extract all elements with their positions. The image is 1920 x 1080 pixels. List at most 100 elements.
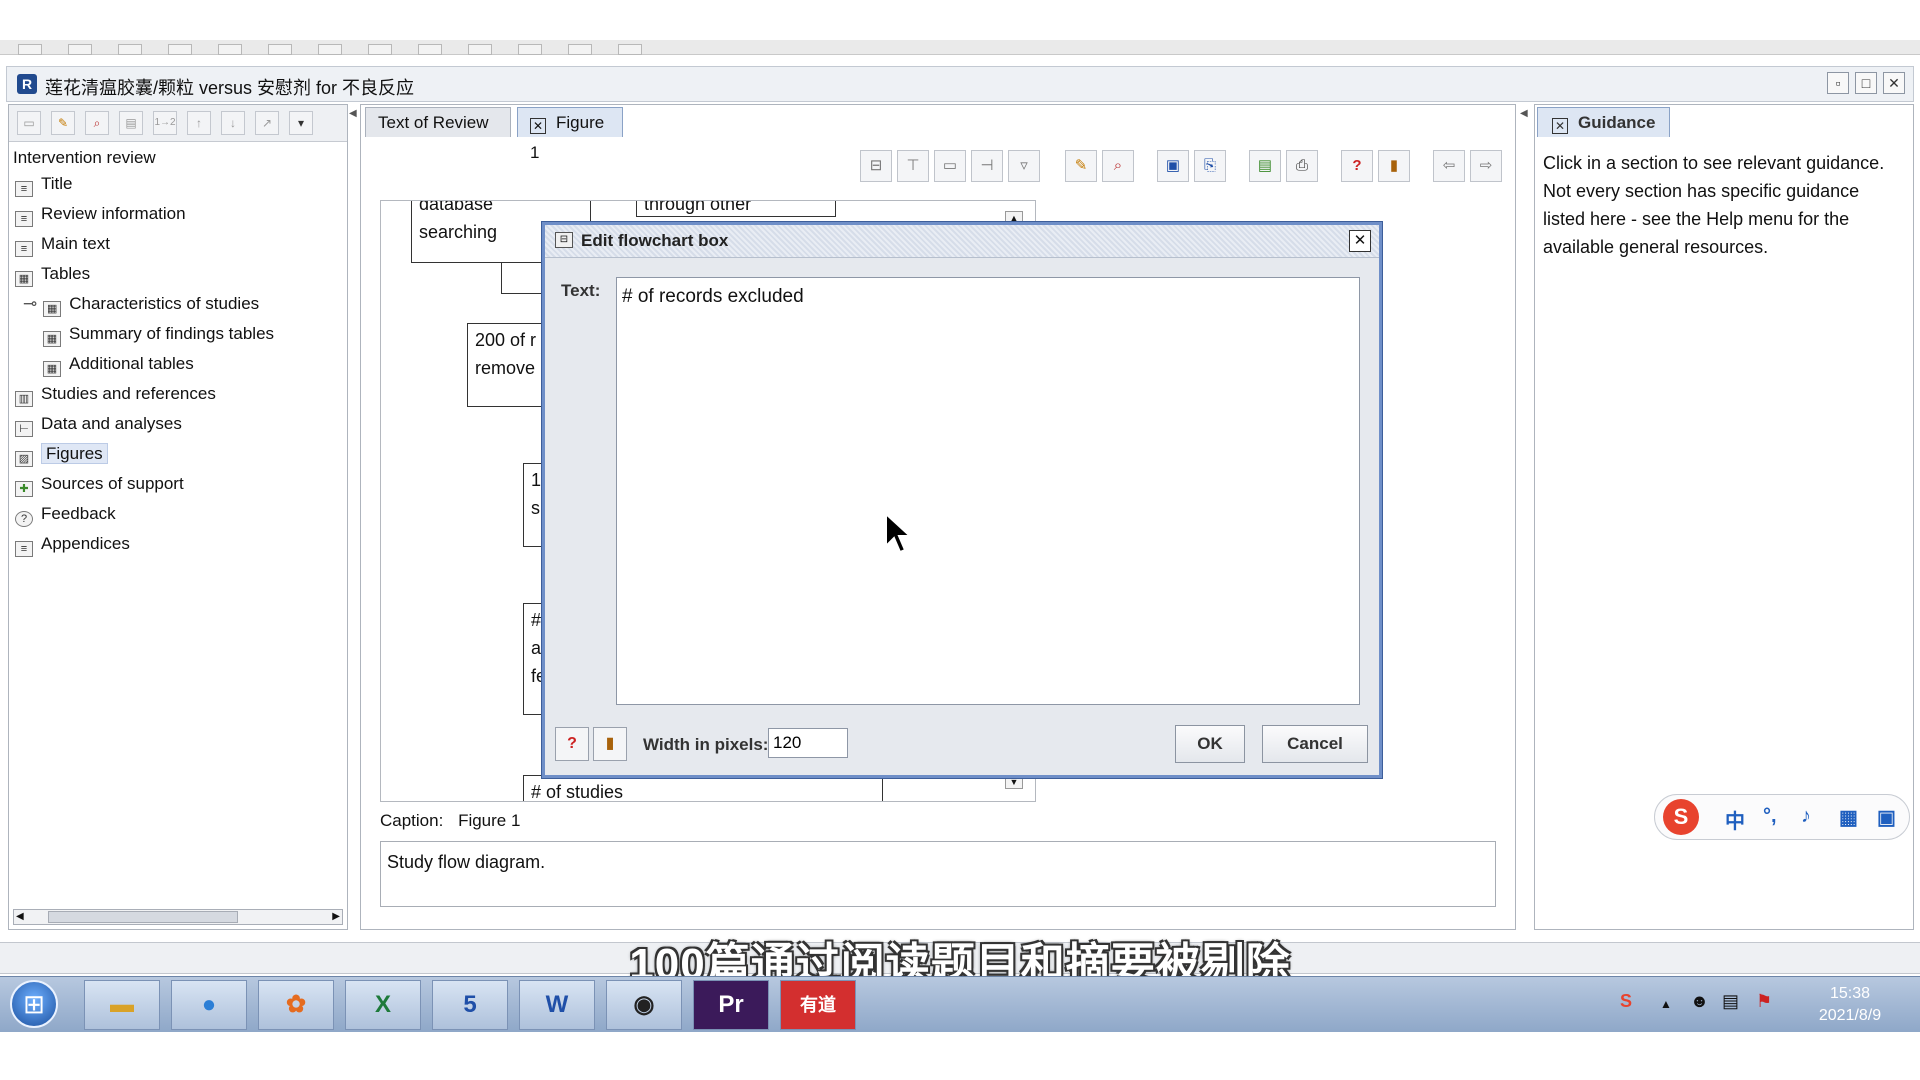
dialog-close-icon[interactable]: ✕ bbox=[1349, 230, 1371, 252]
tray-qq-icon[interactable]: ☻ bbox=[1690, 991, 1709, 1012]
clock-time: 15:38 bbox=[1829, 985, 1871, 1002]
close-tab-icon[interactable]: ✕ bbox=[1552, 118, 1568, 134]
tree-item-studies-and-references[interactable]: ▥ Studies and references bbox=[15, 381, 216, 407]
dialog-title-bar[interactable]: ⊟ Edit flowchart box ✕ bbox=[545, 225, 1379, 258]
start-button[interactable]: ⊞ bbox=[10, 980, 58, 1028]
add-callout-icon[interactable]: ▿ bbox=[1008, 150, 1040, 182]
app-5-icon[interactable]: 5 bbox=[432, 980, 508, 1030]
find-icon[interactable]: ⌕ bbox=[85, 111, 109, 135]
caption-text-field[interactable]: Study flow diagram. bbox=[380, 841, 1496, 907]
copy-icon[interactable]: ⎘ bbox=[1194, 150, 1226, 182]
ime-punctuation-toggle[interactable]: °, bbox=[1763, 805, 1777, 828]
tree-item-additional-tables[interactable]: ▦ Additional tables bbox=[43, 351, 194, 377]
outline-toolbar: ▭ ✎ ⌕ ▤ 1→2 ↑ ↓ ↗ ▾ bbox=[9, 105, 347, 142]
add-above-icon[interactable]: ⊤ bbox=[897, 150, 929, 182]
close-icon[interactable]: ✕ bbox=[1883, 72, 1905, 94]
print-icon[interactable]: ⎙ bbox=[1286, 150, 1318, 182]
tab-figure-1[interactable]: ✕ Figure 1 bbox=[517, 107, 623, 162]
book-icon[interactable]: ▮ bbox=[1378, 150, 1410, 182]
file-explorer-icon[interactable]: ▬ bbox=[84, 980, 160, 1030]
restore-icon[interactable]: ▫ bbox=[1827, 72, 1849, 94]
pdf-icon[interactable]: ✿ bbox=[258, 980, 334, 1030]
export-icon[interactable]: ▤ bbox=[1249, 150, 1281, 182]
tree-item-sources-of-support[interactable]: ✚ Sources of support bbox=[15, 471, 184, 497]
caption-label: Caption: bbox=[380, 811, 444, 830]
ok-button[interactable]: OK bbox=[1175, 725, 1245, 763]
clock-date: 2021/8/9 bbox=[1818, 1007, 1882, 1024]
edit-icon[interactable]: ✎ bbox=[51, 111, 75, 135]
edit-icon[interactable]: ✎ bbox=[1065, 150, 1097, 182]
ime-toolbar[interactable]: S 中 °, ♪ ▦ ▣ bbox=[1654, 794, 1910, 840]
help-icon[interactable]: ? bbox=[555, 727, 589, 761]
tab-guidance[interactable]: ✕ Guidance bbox=[1537, 107, 1671, 137]
tree-root[interactable]: Intervention review bbox=[13, 145, 156, 171]
tab-text-of-review[interactable]: Text of Review bbox=[365, 107, 511, 137]
scrollbar-thumb[interactable] bbox=[48, 911, 238, 923]
guidance-text: Click in a section to see relevant guida… bbox=[1543, 153, 1885, 257]
help-icon[interactable]: ? bbox=[1341, 150, 1373, 182]
premiere-icon[interactable]: Pr bbox=[693, 980, 769, 1030]
new-icon[interactable]: ▭ bbox=[17, 111, 41, 135]
tree-item-title[interactable]: ≡ Title bbox=[15, 171, 73, 197]
move-up-icon[interactable]: ↑ bbox=[187, 111, 211, 135]
toolbox-icon[interactable]: ▣ bbox=[1877, 805, 1896, 830]
tree-item-main-text[interactable]: ≡ Main text bbox=[15, 231, 110, 257]
back-arrow-icon[interactable]: ⇦ bbox=[1433, 150, 1465, 182]
document-icon: ≡ bbox=[15, 211, 33, 227]
add-side-icon[interactable]: ⊣ bbox=[971, 150, 1003, 182]
sogou-ime-icon[interactable]: S bbox=[1663, 799, 1699, 835]
dialog-icon: ⊟ bbox=[555, 232, 573, 248]
app-icon: R bbox=[17, 74, 37, 94]
cancel-button[interactable]: Cancel bbox=[1262, 725, 1368, 763]
splitter-collapse-right-icon[interactable]: ◀ bbox=[1520, 108, 1528, 119]
tree-item-data-and-analyses[interactable]: ⊢ Data and analyses bbox=[15, 411, 182, 437]
splitter-collapse-icon[interactable]: ◀ bbox=[349, 108, 357, 119]
tray-sogou-icon[interactable]: S bbox=[1620, 991, 1632, 1012]
tree-item-summary-of-findings[interactable]: ▦ Summary of findings tables bbox=[43, 321, 274, 347]
mouse-cursor-icon bbox=[885, 512, 912, 554]
tray-expand-icon[interactable]: ▲ bbox=[1660, 997, 1672, 1011]
taskbar-clock[interactable]: 15:38 2021/8/9 bbox=[1800, 983, 1900, 1027]
ime-language-toggle[interactable]: 中 bbox=[1725, 805, 1745, 834]
tree-item-feedback[interactable]: ? Feedback bbox=[15, 501, 116, 527]
browser-icon[interactable]: ● bbox=[171, 980, 247, 1030]
tray-flag-icon[interactable]: ⚑ bbox=[1756, 991, 1772, 1012]
scroll-left-icon[interactable]: ◀ bbox=[16, 911, 24, 922]
microphone-icon[interactable]: ♪ bbox=[1801, 805, 1811, 828]
link-icon[interactable]: ↗ bbox=[255, 111, 279, 135]
insert-box-icon[interactable]: ⊟ bbox=[860, 150, 892, 182]
properties-icon[interactable]: ▤ bbox=[119, 111, 143, 135]
move-down-icon[interactable]: ↓ bbox=[221, 111, 245, 135]
tree-item-review-information[interactable]: ≡ Review information bbox=[15, 201, 186, 227]
keyboard-icon[interactable]: ▦ bbox=[1839, 805, 1858, 830]
bottom-margin bbox=[0, 1032, 1920, 1080]
forward-arrow-icon[interactable]: ⇨ bbox=[1470, 150, 1502, 182]
find-icon[interactable]: ⌕ bbox=[1102, 150, 1134, 182]
maximize-icon[interactable]: □ bbox=[1855, 72, 1877, 94]
add-below-icon[interactable]: ▭ bbox=[934, 150, 966, 182]
save-icon[interactable]: ▣ bbox=[1157, 150, 1189, 182]
obs-icon[interactable]: ◉ bbox=[606, 980, 682, 1030]
image-icon: ▨ bbox=[15, 451, 33, 467]
width-input[interactable] bbox=[768, 728, 848, 758]
renumber-icon[interactable]: 1→2 bbox=[153, 111, 177, 135]
scroll-right-icon[interactable]: ▶ bbox=[332, 911, 340, 922]
word-icon[interactable]: W bbox=[519, 980, 595, 1030]
flowchart-text-input[interactable]: # of records excluded bbox=[616, 277, 1360, 705]
close-tab-icon[interactable]: ✕ bbox=[530, 118, 546, 134]
tree-item-figures[interactable]: ▨ Figures bbox=[15, 441, 108, 467]
width-label: Width in pixels: bbox=[643, 735, 769, 754]
tray-network-icon[interactable]: ▤ bbox=[1722, 991, 1739, 1012]
outline-horizontal-scrollbar[interactable]: ◀ ▶ bbox=[13, 909, 343, 925]
tree-item-characteristics-of-studies[interactable]: ⊸ ▦ Characteristics of studies bbox=[23, 291, 259, 317]
tree-item-appendices[interactable]: ≡ Appendices bbox=[15, 531, 130, 557]
tree-item-tables[interactable]: ▦ Tables bbox=[15, 261, 90, 287]
document-icon: ≡ bbox=[15, 541, 33, 557]
dropdown-icon[interactable]: ▾ bbox=[289, 111, 313, 135]
book-icon[interactable]: ▮ bbox=[593, 727, 627, 761]
document-icon: ≡ bbox=[15, 241, 33, 257]
excel-icon[interactable]: X bbox=[345, 980, 421, 1030]
flowchart-box-other-sources[interactable]: through other bbox=[636, 201, 836, 217]
flowchart-box-included[interactable]: # of studies bbox=[523, 775, 883, 801]
youdao-icon[interactable]: 有道 bbox=[780, 980, 856, 1030]
